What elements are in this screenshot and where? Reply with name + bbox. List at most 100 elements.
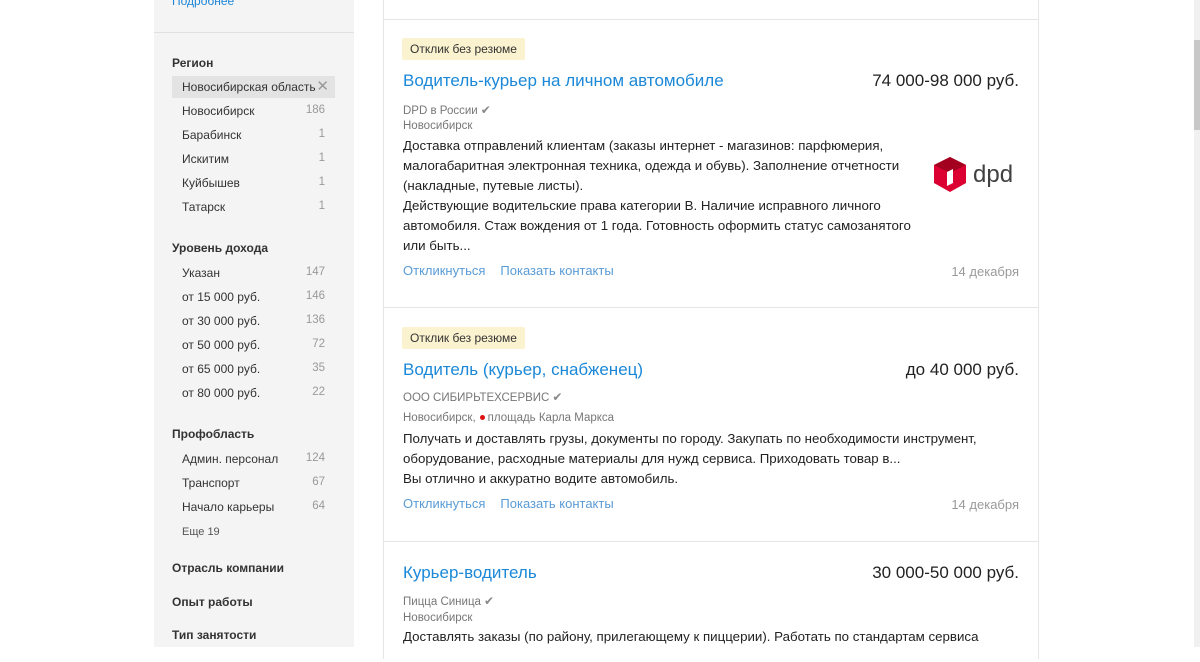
verified-check-icon: ✔ bbox=[483, 594, 495, 608]
vacancy-city: Новосибирск bbox=[403, 120, 473, 132]
vacancy-salary: 30 000-50 000 руб. bbox=[872, 563, 1019, 582]
vacancy-card: Отклик без резюме Водитель-курьер на лич… bbox=[384, 19, 1038, 308]
vacancy-city: Новосибирск, bbox=[403, 412, 476, 424]
region-item-kuybyshev[interactable]: Куйбышев 1 bbox=[172, 172, 335, 194]
income-item-specified[interactable]: Указан 147 bbox=[172, 262, 335, 284]
vacancy-description: Доставлять заказы (по району, прилегающе… bbox=[403, 627, 1003, 647]
show-contacts-link[interactable]: Показать контакты bbox=[500, 496, 613, 511]
vacancy-salary: 74 000-98 000 руб. bbox=[872, 71, 1019, 90]
more-link[interactable]: Подробнее bbox=[172, 0, 234, 8]
prof-item-career-start[interactable]: Начало карьеры 64 bbox=[172, 496, 335, 518]
vacancy-description: Получать и доставлять грузы, документы п… bbox=[403, 429, 1003, 489]
respond-link[interactable]: Откликнуться bbox=[403, 496, 485, 511]
filter-count: 136 bbox=[305, 314, 325, 326]
page-scrollbar[interactable] bbox=[1194, 0, 1200, 647]
metro-icon bbox=[479, 414, 485, 420]
close-icon[interactable]: ✕ bbox=[316, 77, 329, 95]
company-name-text[interactable]: DPD в России bbox=[403, 105, 478, 117]
no-resume-badge: Отклик без резюме bbox=[402, 38, 525, 60]
company-name[interactable]: ООО СИБИРЬТЕХСЕРВИС ✔ bbox=[403, 390, 562, 404]
filter-label: Транспорт bbox=[182, 476, 240, 490]
filter-label: от 15 000 руб. bbox=[182, 290, 261, 304]
income-item-50000[interactable]: от 50 000 руб. 72 bbox=[172, 334, 335, 356]
region-item-tatarsk[interactable]: Татарск 1 bbox=[172, 196, 335, 218]
show-contacts-link[interactable]: Показать контакты bbox=[500, 263, 613, 278]
vacancy-title-link[interactable]: Водитель (курьер, снабженец) bbox=[403, 360, 643, 380]
prof-more-link[interactable]: Еще 19 bbox=[182, 526, 220, 538]
company-name[interactable]: Пицца Синица ✔ bbox=[403, 594, 494, 608]
filter-count: 72 bbox=[312, 338, 325, 350]
prof-heading: Профобласть bbox=[172, 427, 255, 441]
filter-count: 1 bbox=[318, 152, 325, 164]
responsibilities-text: Доставка отправлений клиентам (заказы ин… bbox=[403, 138, 900, 193]
region-item-novosibirsk[interactable]: Новосибирск 186 bbox=[172, 100, 335, 122]
filter-count: 35 bbox=[312, 362, 325, 374]
filter-count: 146 bbox=[305, 290, 325, 302]
income-item-65000[interactable]: от 65 000 руб. 35 bbox=[172, 358, 335, 380]
region-item-iskitim[interactable]: Искитим 1 bbox=[172, 148, 335, 170]
requirements-text: Действующие водительские права категории… bbox=[403, 198, 911, 253]
verified-check-icon: ✔ bbox=[480, 103, 491, 117]
filter-count: 1 bbox=[318, 176, 325, 188]
filter-label: Куйбышев bbox=[182, 176, 240, 190]
region-filter-selected[interactable]: Новосибирская область ✕ bbox=[172, 76, 335, 98]
filter-label: от 80 000 руб. bbox=[182, 386, 261, 400]
experience-heading[interactable]: Опыт работы bbox=[172, 595, 253, 609]
vacancy-card: Отклик без резюме Водитель (курьер, снаб… bbox=[384, 308, 1038, 542]
filters-sidebar: Подробнее Регион Новосибирская область ✕… bbox=[154, 0, 354, 647]
company-name[interactable]: DPD в России ✔ bbox=[403, 103, 491, 117]
vacancy-title-link[interactable]: Водитель-курьер на личном автомобиле bbox=[403, 71, 724, 91]
scrollbar-thumb[interactable] bbox=[1194, 40, 1200, 130]
no-resume-badge: Отклик без резюме bbox=[402, 327, 525, 349]
previous-card-tail bbox=[384, 0, 1038, 20]
metro-station: площадь Карла Маркса bbox=[487, 412, 615, 424]
filter-label: от 50 000 руб. bbox=[182, 338, 261, 352]
verified-check-icon: ✔ bbox=[552, 390, 563, 404]
filter-count: 124 bbox=[305, 452, 325, 464]
company-name-text[interactable]: ООО СИБИРЬТЕХСЕРВИС bbox=[403, 392, 549, 404]
dpd-logo[interactable]: dpd bbox=[933, 155, 1023, 195]
vacancy-city: Новосибирск bbox=[403, 612, 473, 624]
vacancy-date: 14 декабря bbox=[951, 497, 1019, 512]
prof-item-admin[interactable]: Админ. персонал 124 bbox=[172, 448, 335, 470]
filter-label: Татарск bbox=[182, 200, 226, 214]
filter-label: Начало карьеры bbox=[182, 500, 275, 514]
respond-link[interactable]: Откликнуться bbox=[403, 263, 485, 278]
employment-heading[interactable]: Тип занятости bbox=[172, 628, 256, 642]
income-heading: Уровень дохода bbox=[172, 241, 269, 255]
responsibilities-text: Получать и доставлять грузы, документы п… bbox=[403, 431, 977, 466]
vacancy-description: Доставка отправлений клиентам (заказы ин… bbox=[403, 136, 923, 256]
vacancy-actions: Откликнуться Показать контакты bbox=[403, 263, 629, 278]
filter-count: 1 bbox=[318, 200, 325, 212]
region-item-barabinsk[interactable]: Барабинск 1 bbox=[172, 124, 335, 146]
company-name-text[interactable]: Пицца Синица bbox=[403, 596, 481, 608]
filter-label: от 30 000 руб. bbox=[182, 314, 261, 328]
vacancy-title-link[interactable]: Курьер-водитель bbox=[403, 563, 537, 583]
vacancy-card: Курьер-водитель 30 000-50 000 руб. Пицца… bbox=[384, 542, 1038, 662]
filter-count: 147 bbox=[305, 266, 325, 278]
filter-label: Искитим bbox=[182, 152, 230, 166]
filter-count: 1 bbox=[318, 128, 325, 140]
region-selected-label: Новосибирская область bbox=[182, 80, 316, 94]
requirements-text: Вы отлично и аккуратно водите автомобиль… bbox=[403, 471, 679, 486]
vacancy-actions: Откликнуться Показать контакты bbox=[403, 496, 629, 511]
filter-label: Барабинск bbox=[182, 128, 242, 142]
income-item-80000[interactable]: от 80 000 руб. 22 bbox=[172, 382, 335, 404]
filter-label: Админ. персонал bbox=[182, 452, 279, 466]
filter-label: от 65 000 руб. bbox=[182, 362, 261, 376]
vacancy-location: Новосибирск, площадь Карла Маркса bbox=[403, 412, 614, 424]
divider bbox=[154, 32, 354, 33]
logo-text: dpd bbox=[973, 161, 1013, 188]
income-item-15000[interactable]: от 15 000 руб. 146 bbox=[172, 286, 335, 308]
filter-count: 64 bbox=[312, 500, 325, 512]
filter-count: 22 bbox=[312, 386, 325, 398]
filter-label: Новосибирск bbox=[182, 104, 255, 118]
filter-label: Указан bbox=[182, 266, 220, 280]
vacancy-salary: до 40 000 руб. bbox=[905, 360, 1019, 379]
industry-heading[interactable]: Отрасль компании bbox=[172, 561, 284, 575]
filter-count: 186 bbox=[305, 104, 325, 116]
income-item-30000[interactable]: от 30 000 руб. 136 bbox=[172, 310, 335, 332]
responsibilities-text: Доставлять заказы (по району, прилегающе… bbox=[403, 629, 979, 644]
prof-item-transport[interactable]: Транспорт 67 bbox=[172, 472, 335, 494]
vacancy-date: 14 декабря bbox=[951, 264, 1019, 279]
